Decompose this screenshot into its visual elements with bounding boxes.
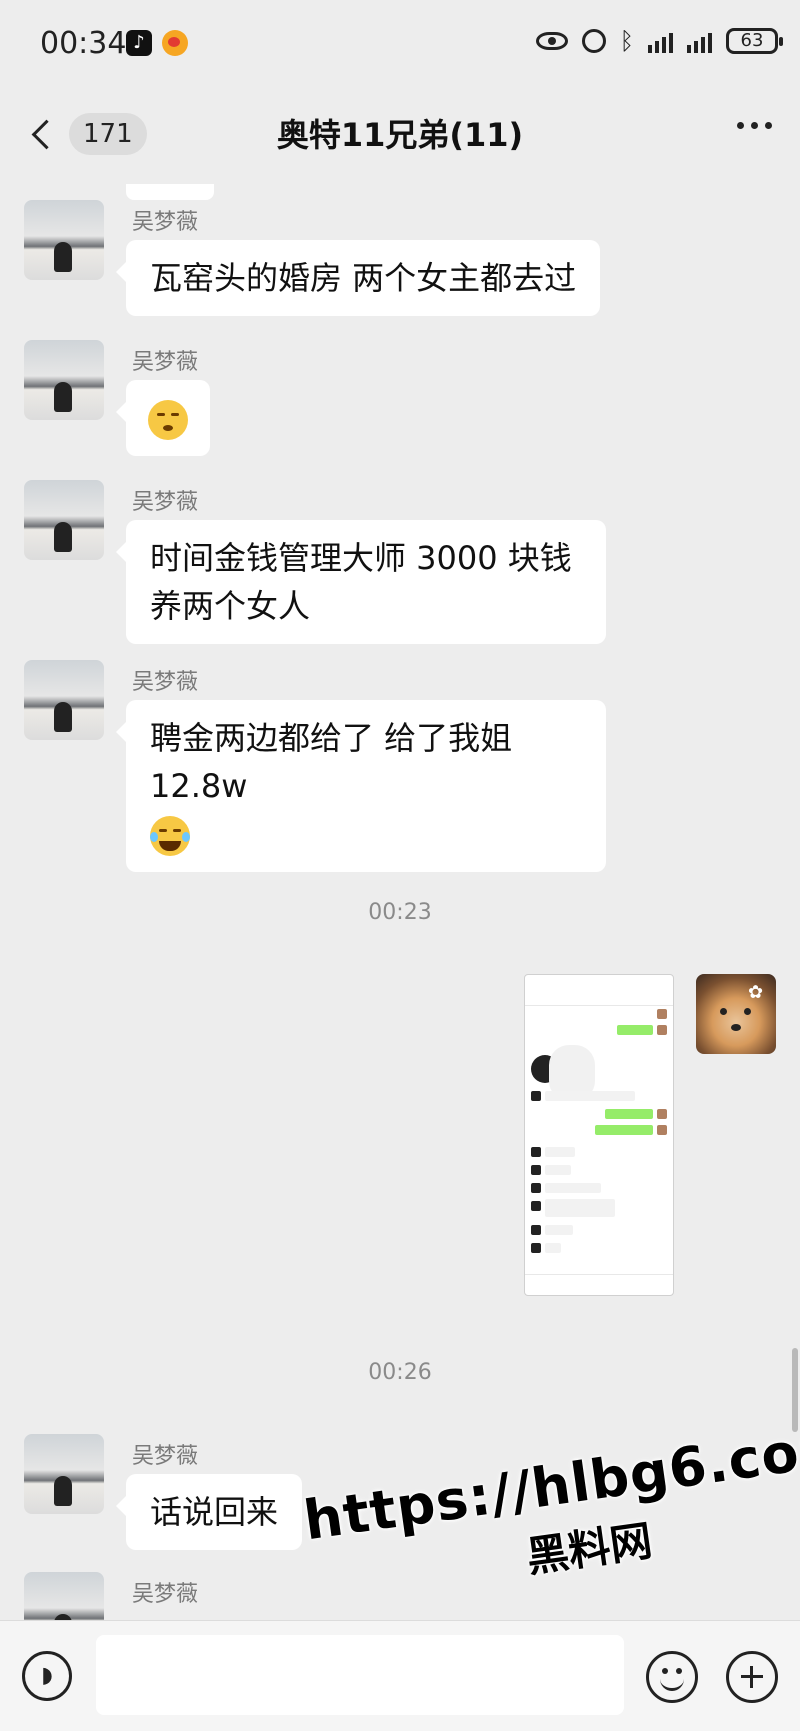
avatar[interactable] (24, 1572, 104, 1624)
avatar[interactable] (24, 340, 104, 420)
avatar[interactable] (24, 480, 104, 560)
screenshot-image[interactable] (524, 974, 674, 1296)
sender-name: 吴梦薇 (132, 210, 199, 235)
message-bubble[interactable]: 瓦窑头的婚房 两个女主都去过 (115, 240, 601, 316)
tiktok-icon: ♪ (126, 30, 152, 56)
eye-icon (535, 32, 568, 50)
message-bubble[interactable] (116, 380, 210, 456)
sender-name: 吴梦薇 (132, 350, 199, 375)
timestamp: 00:23 (368, 900, 432, 925)
message-input[interactable] (96, 1635, 624, 1715)
bluetooth-icon: ᛒ (619, 27, 634, 55)
unamused-kiss-emoji-icon (148, 400, 188, 440)
sender-name: 吴梦薇 (132, 670, 199, 695)
avatar[interactable] (24, 1434, 104, 1514)
battery-icon: 63 (726, 28, 783, 54)
chat-title: 奥特11兄弟(11) (276, 116, 524, 154)
more-dot-icon (751, 122, 758, 129)
avatar[interactable] (24, 660, 104, 740)
signal-icon (687, 29, 712, 53)
tears-of-joy-emoji-icon (150, 816, 190, 856)
weibo-icon (162, 30, 188, 56)
input-bar: ◗ (0, 1620, 800, 1731)
status-time: 00:34 (40, 26, 127, 61)
emoji-button[interactable] (646, 1651, 698, 1703)
message-bubble[interactable] (126, 184, 214, 200)
avatar-self[interactable] (696, 974, 776, 1054)
more-dot-icon (737, 122, 744, 129)
alarm-icon (581, 29, 606, 53)
message-bubble[interactable]: 聘金两边都给了 给了我姐 12.8w (116, 700, 606, 872)
voice-icon: ◗ (41, 1663, 53, 1688)
chat-header: 171 奥特11兄弟(11) (0, 92, 800, 184)
message-bubble[interactable]: 话说回来 (115, 1474, 303, 1550)
message-text: 聘金两边都给了 给了我姐 12.8w (150, 719, 513, 805)
voice-button[interactable]: ◗ (22, 1651, 72, 1701)
more-button[interactable] (737, 122, 772, 129)
message-bubble[interactable]: 时间金钱管理大师 3000 块钱养两个女人 (116, 520, 606, 644)
sender-name: 吴梦薇 (132, 1444, 199, 1469)
emoji-icon (662, 1668, 668, 1674)
sender-name: 吴梦薇 (132, 1582, 199, 1607)
status-icons: ᛒ 63 (535, 27, 783, 55)
sender-name: 吴梦薇 (132, 490, 199, 515)
signal-icon (648, 29, 673, 53)
chat-area[interactable]: 吴梦薇 瓦窑头的婚房 两个女主都去过 吴梦薇 吴梦薇 时间金钱管理大师 3000… (0, 184, 800, 1624)
avatar[interactable] (24, 200, 104, 280)
plus-button[interactable] (726, 1651, 778, 1703)
more-dot-icon (765, 122, 772, 129)
timestamp: 00:26 (368, 1360, 432, 1385)
status-bar: 00:34 ♪ ᛒ 63 (0, 0, 800, 92)
